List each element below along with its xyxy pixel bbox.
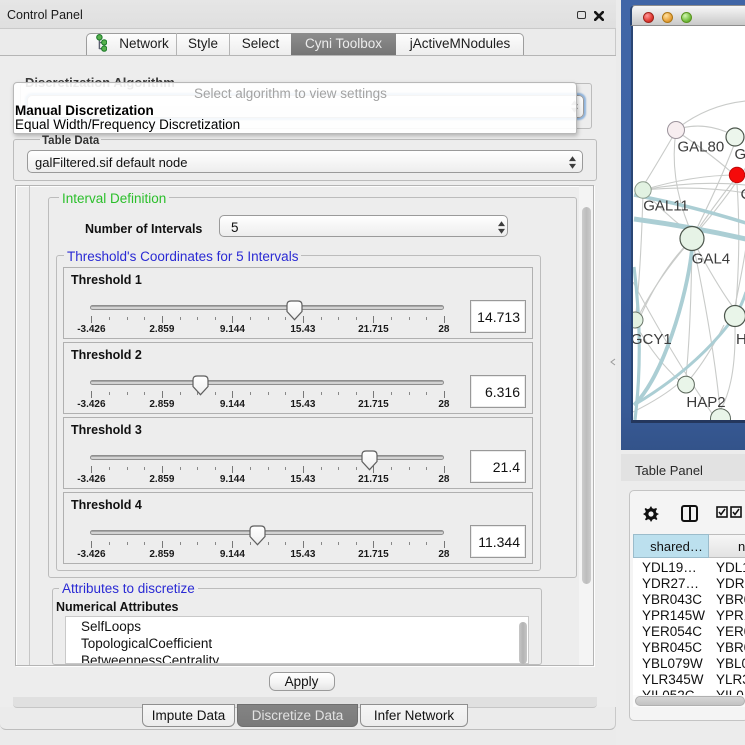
svg-text:GA: GA xyxy=(735,146,745,163)
svg-text:GCY1: GCY1 xyxy=(633,331,672,348)
svg-text:C: C xyxy=(741,186,745,203)
svg-text:GAL80: GAL80 xyxy=(678,138,725,155)
svg-text:GAL4: GAL4 xyxy=(692,250,730,267)
svg-text:GAL11: GAL11 xyxy=(643,197,689,214)
svg-text:H: H xyxy=(736,331,745,348)
svg-text:HAP2: HAP2 xyxy=(686,394,725,411)
